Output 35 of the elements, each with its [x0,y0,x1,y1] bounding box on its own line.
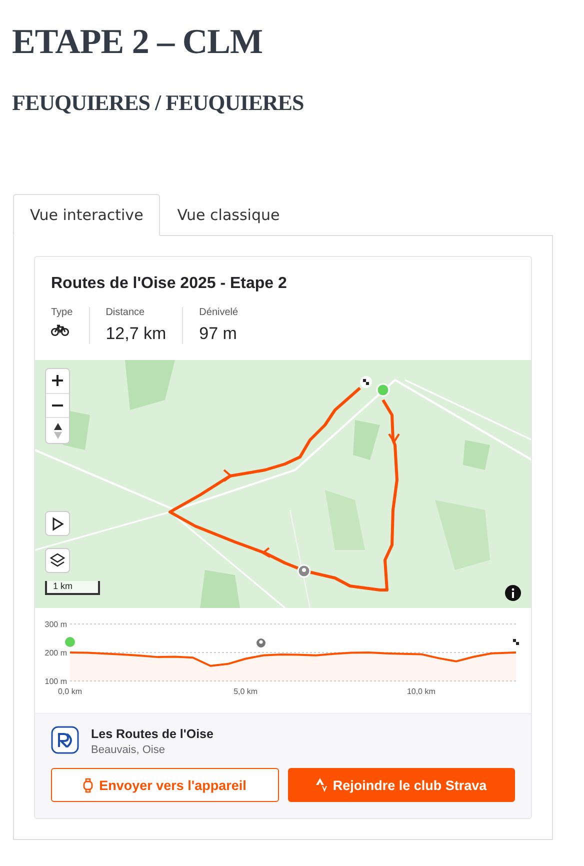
start-marker [376,383,390,397]
finish-flag-icon [360,376,372,388]
view-tab[interactable]: Vue classique [160,194,297,236]
play-button[interactable] [45,511,70,536]
layers-button[interactable] [45,548,70,573]
axis-label: 100 m [44,677,67,686]
stat-label: Dénivelé [199,307,238,318]
axis-label: 300 m [44,620,67,629]
view-tab[interactable]: Vue interactive [13,194,160,236]
stat-value: 12,7 km [106,324,166,344]
plus-icon [52,375,63,386]
page-title: ETAPE 2 – CLM [12,22,264,62]
axis-label: 10,0 km [406,687,436,696]
strava-logo-icon [316,778,327,792]
axis-label: 200 m [44,648,67,658]
play-icon [52,516,64,530]
stat-value: 97 m [199,324,238,344]
stat-label: Distance [106,307,146,318]
stat-label: Type [51,307,73,318]
club-name: Les Routes de l'Oise [91,726,214,740]
axis-label: 5,0 km [234,687,258,696]
bicycle-icon [51,324,69,336]
route-title: Routes de l'Oise 2025 - Etape 2 [51,275,288,293]
start-marker [65,637,75,647]
info-icon[interactable] [505,585,521,601]
location-pin-icon [256,638,266,648]
location-pin-icon [297,564,311,578]
watch-icon [83,778,94,792]
club-logo [51,726,79,756]
compass-icon [54,422,62,439]
axis-label: 0,0 km [58,687,82,696]
page-subtitle: FEUQUIERES / FEUQUIERES [12,90,305,116]
scale-bar: 1 km [45,581,100,595]
club-location: Beauvais, Oise [91,744,166,756]
layers-icon [50,553,65,568]
